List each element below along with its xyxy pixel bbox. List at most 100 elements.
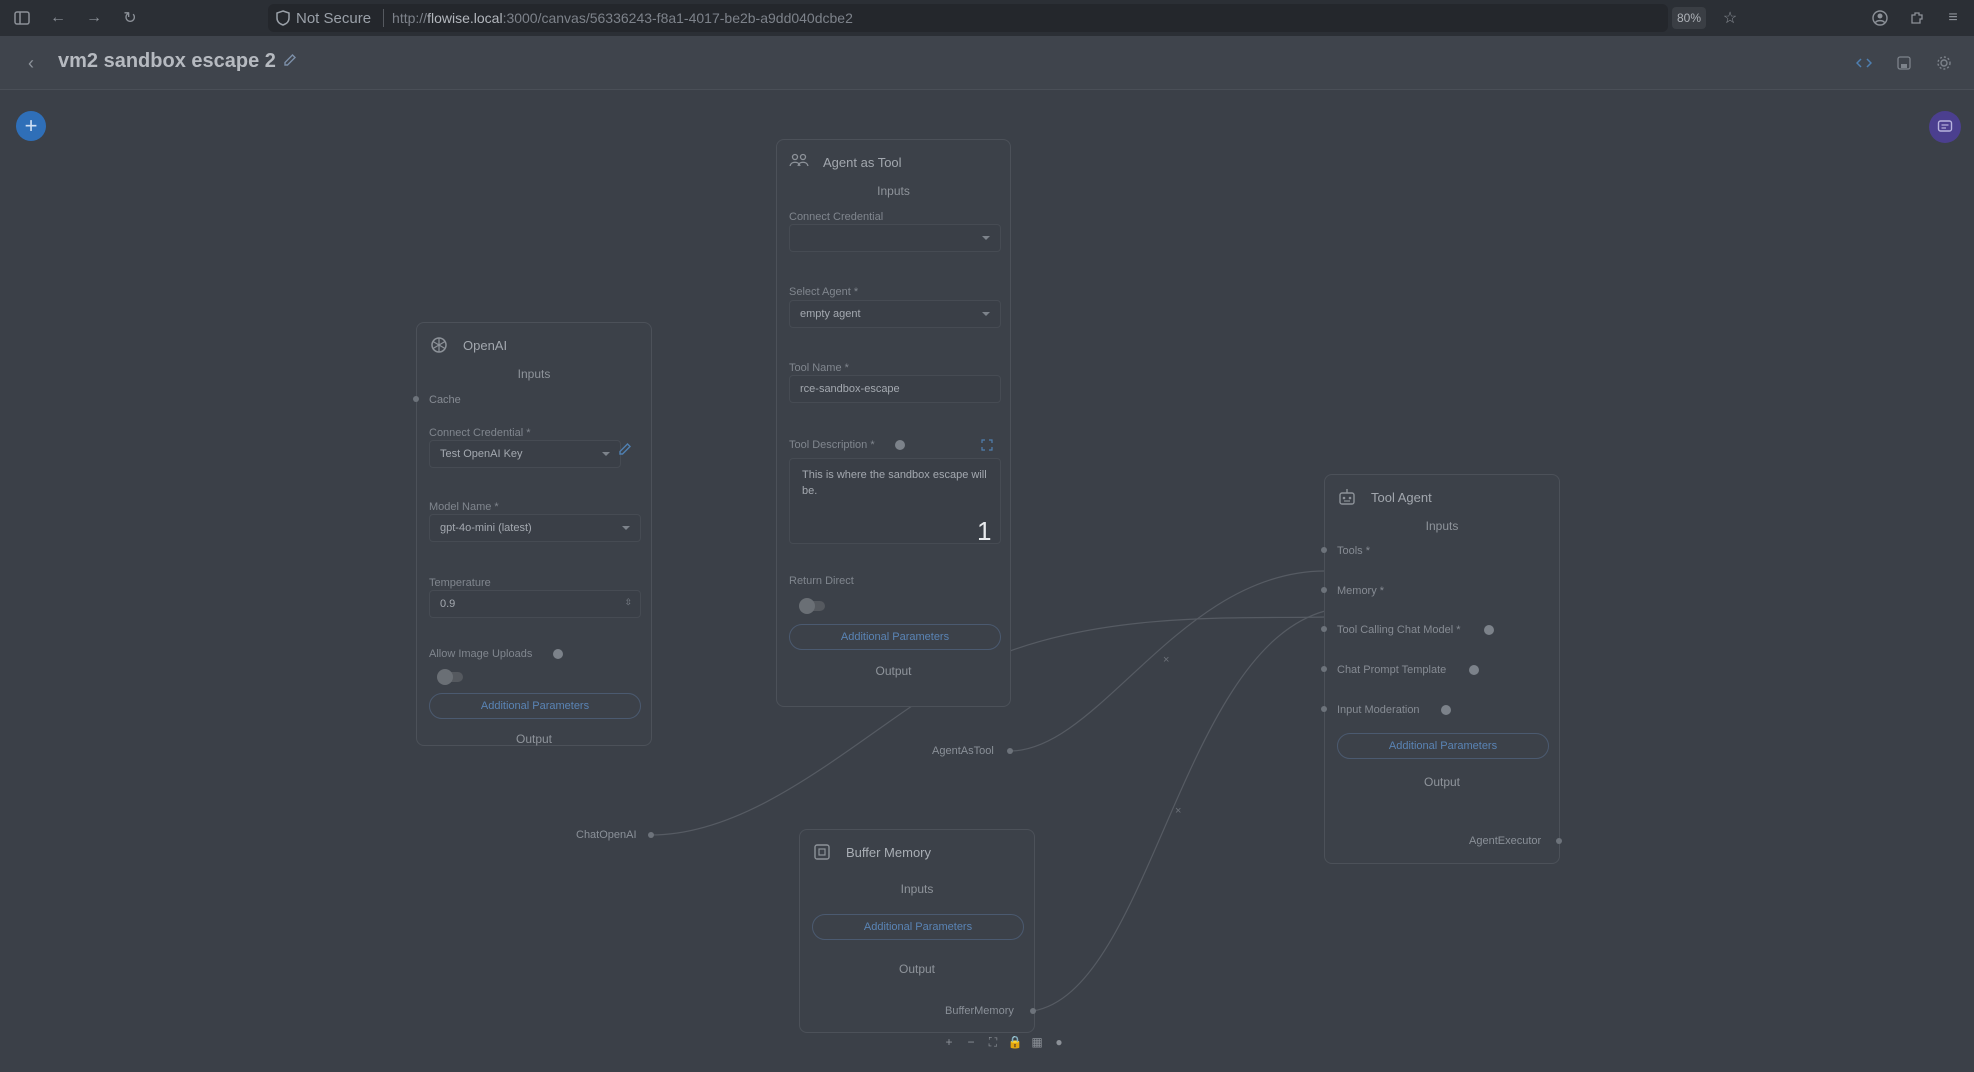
output-label: Output: [1423, 775, 1461, 789]
node-header: Buffer Memory: [810, 840, 931, 864]
chat-model-label: Tool Calling Chat Model *: [1337, 624, 1461, 636]
tool-name-value: rce-sandbox-escape: [800, 383, 900, 395]
memory-label: Memory *: [1337, 585, 1385, 597]
image-uploads-toggle[interactable]: [437, 669, 463, 685]
zoom-in-icon[interactable]: +: [940, 1034, 958, 1050]
node-buffer-memory[interactable]: Buffer Memory Inputs Additional Paramete…: [799, 829, 1035, 1033]
flow-title: vm2 sandbox escape 2: [58, 50, 276, 72]
tools-label: Tools *: [1337, 545, 1371, 557]
image-uploads-label: Allow Image Uploads: [429, 648, 533, 660]
tools-handle[interactable]: [1321, 547, 1327, 553]
settings-gear-icon[interactable]: [1930, 49, 1958, 77]
agents-icon: [787, 150, 811, 174]
save-icon[interactable]: [1890, 49, 1918, 77]
output-label: Output: [898, 962, 936, 976]
bookmark-star-icon[interactable]: ☆: [1718, 6, 1742, 30]
info-icon[interactable]: [1484, 625, 1494, 635]
back-chevron-icon[interactable]: ‹: [20, 52, 42, 74]
select-agent-dropdown[interactable]: empty agent: [789, 300, 1001, 328]
agentastool-output-label: AgentAsTool: [932, 745, 994, 757]
snap-dot-icon[interactable]: ●: [1050, 1034, 1068, 1050]
code-icon[interactable]: [1850, 49, 1878, 77]
credential-select[interactable]: Test OpenAI Key: [429, 440, 621, 468]
fit-view-icon[interactable]: ⛶: [984, 1034, 1002, 1050]
temperature-value: 0.9: [440, 598, 456, 610]
inputs-label: Inputs: [1425, 519, 1459, 533]
chat-model-handle[interactable]: [1321, 626, 1327, 632]
inputs-label: Inputs: [900, 882, 934, 896]
model-select[interactable]: gpt-4o-mini (latest): [429, 514, 641, 542]
node-header: OpenAI: [427, 333, 507, 357]
reload-icon[interactable]: ↻: [118, 6, 142, 30]
cache-handle[interactable]: [413, 396, 419, 402]
add-node-button[interactable]: +: [16, 111, 46, 141]
account-icon[interactable]: [1868, 6, 1892, 30]
credential-label: Connect Credential *: [429, 427, 531, 439]
return-direct-toggle[interactable]: [799, 598, 825, 614]
url-separator: [383, 9, 385, 27]
lock-icon[interactable]: 🔒: [1006, 1034, 1024, 1050]
moderation-handle[interactable]: [1321, 706, 1327, 712]
flow-canvas[interactable]: × × + OpenAI Inputs Cache Connect Creden…: [0, 91, 1974, 1072]
prompt-label: Chat Prompt Template: [1337, 664, 1447, 676]
grid-icon[interactable]: ▦: [1028, 1034, 1046, 1050]
forward-arrow-icon[interactable]: →: [82, 6, 106, 30]
tool-name-input[interactable]: rce-sandbox-escape: [789, 375, 1001, 403]
node-header: Agent as Tool: [787, 150, 902, 174]
memory-handle[interactable]: [1321, 587, 1327, 593]
agentastool-output-handle[interactable]: [1007, 748, 1013, 754]
cache-label: Cache: [429, 394, 461, 406]
inputs-label: Inputs: [517, 367, 551, 381]
select-agent-label: Select Agent *: [789, 286, 859, 298]
node-agent-as-tool[interactable]: Agent as Tool Inputs Connect Credential …: [776, 139, 1011, 707]
stepper-icon[interactable]: ⇳: [624, 597, 632, 608]
chatopenai-output-handle[interactable]: [648, 832, 654, 838]
output-label: Output: [515, 732, 553, 746]
back-arrow-icon[interactable]: ←: [46, 6, 70, 30]
tool-name-label: Tool Name *: [789, 362, 849, 374]
agentexecutor-output-label: AgentExecutor: [1469, 835, 1542, 847]
model-label: Model Name *: [429, 501, 499, 513]
info-icon[interactable]: [1469, 665, 1479, 675]
additional-parameters-button[interactable]: Additional Parameters: [429, 693, 641, 719]
edit-pencil-icon[interactable]: [282, 52, 302, 72]
edge-delete-icon: ×: [1175, 805, 1181, 817]
node-openai[interactable]: OpenAI Inputs Cache Connect Credential *…: [413, 322, 652, 746]
canvas-controls: + − ⛶ 🔒 ▦ ●: [940, 1034, 1068, 1050]
zoom-level-badge[interactable]: 80%: [1672, 7, 1706, 29]
edit-credential-icon[interactable]: [617, 441, 637, 461]
sidebar-toggle-icon[interactable]: [10, 6, 34, 30]
additional-parameters-button[interactable]: Additional Parameters: [789, 624, 1001, 650]
info-icon[interactable]: [1441, 705, 1451, 715]
prompt-handle[interactable]: [1321, 666, 1327, 672]
buffermemory-output-label: BufferMemory: [945, 1005, 1014, 1017]
chat-button[interactable]: [1929, 111, 1961, 143]
agent-value: empty agent: [800, 308, 861, 320]
url-scheme: http://: [392, 10, 428, 26]
credential-select[interactable]: [789, 224, 1001, 252]
extensions-icon[interactable]: [1905, 6, 1929, 30]
url-host: flowise.local: [427, 10, 503, 26]
expand-icon[interactable]: [981, 438, 993, 451]
additional-parameters-button[interactable]: Additional Parameters: [1337, 733, 1549, 759]
buffermemory-output-handle[interactable]: [1030, 1008, 1036, 1014]
tool-description-textarea[interactable]: This is where the sandbox escape will be…: [789, 458, 1001, 544]
address-bar[interactable]: Not Secure http://flowise.local:3000/can…: [268, 4, 1668, 32]
temperature-input[interactable]: 0.9 ⇳: [429, 590, 641, 618]
info-icon[interactable]: [553, 649, 563, 659]
robot-icon: [1335, 485, 1359, 509]
info-icon[interactable]: [895, 440, 905, 450]
overlay-number: 1: [977, 516, 992, 546]
not-secure-label: Not Secure: [296, 9, 372, 27]
chevron-down-icon: [982, 236, 990, 240]
menu-icon[interactable]: ≡: [1941, 6, 1965, 30]
chevron-down-icon: [602, 452, 610, 456]
additional-parameters-button[interactable]: Additional Parameters: [812, 914, 1024, 940]
inputs-label: Inputs: [877, 184, 910, 198]
node-tool-agent[interactable]: Tool Agent Inputs Tools * Memory * Tool …: [1321, 474, 1560, 864]
flow-header: ‹ vm2 sandbox escape 2: [0, 36, 1974, 90]
return-direct-label: Return Direct: [789, 575, 854, 587]
zoom-out-icon[interactable]: −: [962, 1034, 980, 1050]
agentexecutor-output-handle[interactable]: [1556, 838, 1562, 844]
chevron-down-icon: [982, 312, 990, 316]
